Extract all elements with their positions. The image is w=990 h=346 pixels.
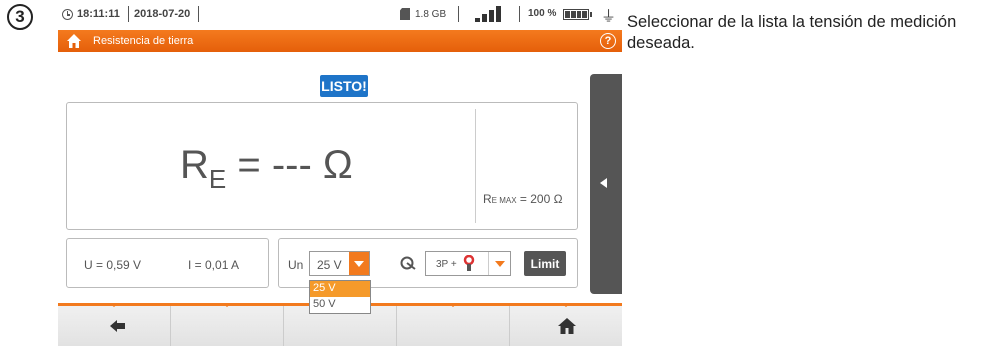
- nav-back-button[interactable]: [58, 303, 171, 346]
- status-badge: LISTO!: [320, 75, 368, 97]
- status-bar: 18:11:11 2018-07-20 1.8 GB 100 % ⏚: [58, 0, 622, 30]
- separator: [198, 6, 199, 22]
- separator: [458, 6, 459, 22]
- nav-slot[interactable]: [171, 303, 284, 346]
- status-date: 2018-07-20: [134, 8, 191, 20]
- side-panel-toggle[interactable]: [590, 74, 622, 294]
- plug-icon: ⏚: [601, 8, 617, 25]
- nav-slot[interactable]: [397, 303, 510, 346]
- voltage-select-value: 25 V: [317, 258, 342, 272]
- voltage-reading: U = 0,59 V: [84, 258, 142, 272]
- separator: [519, 6, 520, 22]
- sd-card-icon: [400, 8, 410, 20]
- method-select[interactable]: 3P +: [425, 251, 511, 276]
- voltage-option[interactable]: 50 V: [310, 297, 370, 313]
- device-screen: 18:11:11 2018-07-20 1.8 GB 100 % ⏚ Resis…: [58, 0, 622, 346]
- back-arrow-icon: [110, 320, 125, 332]
- separator: [128, 6, 129, 22]
- readings-panel: U = 0,59 V I = 0,01 A: [66, 238, 269, 288]
- battery-icon: [563, 9, 592, 20]
- voltage-option[interactable]: 25 V: [310, 281, 370, 297]
- signal-strength-icon: [475, 6, 503, 22]
- instruction-text: Seleccionar de la lista la tensión de me…: [627, 13, 957, 52]
- clamp-icon: [463, 255, 475, 271]
- voltage-select[interactable]: 25 V: [309, 251, 370, 276]
- main-result: RE = --- Ω: [180, 143, 353, 194]
- home-icon[interactable]: [66, 33, 82, 49]
- method-select-value: 3P +: [436, 259, 457, 270]
- step-number: 3: [7, 4, 33, 30]
- nav-home-button[interactable]: [510, 303, 622, 346]
- result-panel: RE = --- Ω RE MAX = 200 Ω: [66, 102, 578, 230]
- status-time: 18:11:11: [77, 8, 120, 20]
- un-label: Un: [288, 258, 304, 272]
- home-icon: [558, 318, 576, 334]
- help-icon[interactable]: ?: [600, 33, 616, 49]
- limit-value: RE MAX = 200 Ω: [483, 192, 563, 206]
- clock-icon: [62, 9, 73, 20]
- voltage-dropdown: 25 V 50 V: [309, 280, 371, 314]
- divider: [475, 109, 476, 223]
- current-reading: I = 0,01 A: [188, 258, 240, 272]
- probe-icon: [400, 256, 416, 270]
- limit-button[interactable]: Limit: [524, 251, 566, 276]
- chevron-left-icon: [600, 178, 607, 188]
- chevron-down-icon[interactable]: [349, 252, 369, 275]
- title-bar: Resistencia de tierra ?: [58, 30, 622, 52]
- chevron-down-icon[interactable]: [488, 252, 510, 275]
- memory-free: 1.8 GB: [415, 9, 447, 20]
- settings-panel: Un 25 V 25 V 50 V 3P + Limit: [278, 238, 578, 314]
- screen-title: Resistencia de tierra: [93, 35, 194, 47]
- battery-percent: 100 %: [528, 8, 557, 19]
